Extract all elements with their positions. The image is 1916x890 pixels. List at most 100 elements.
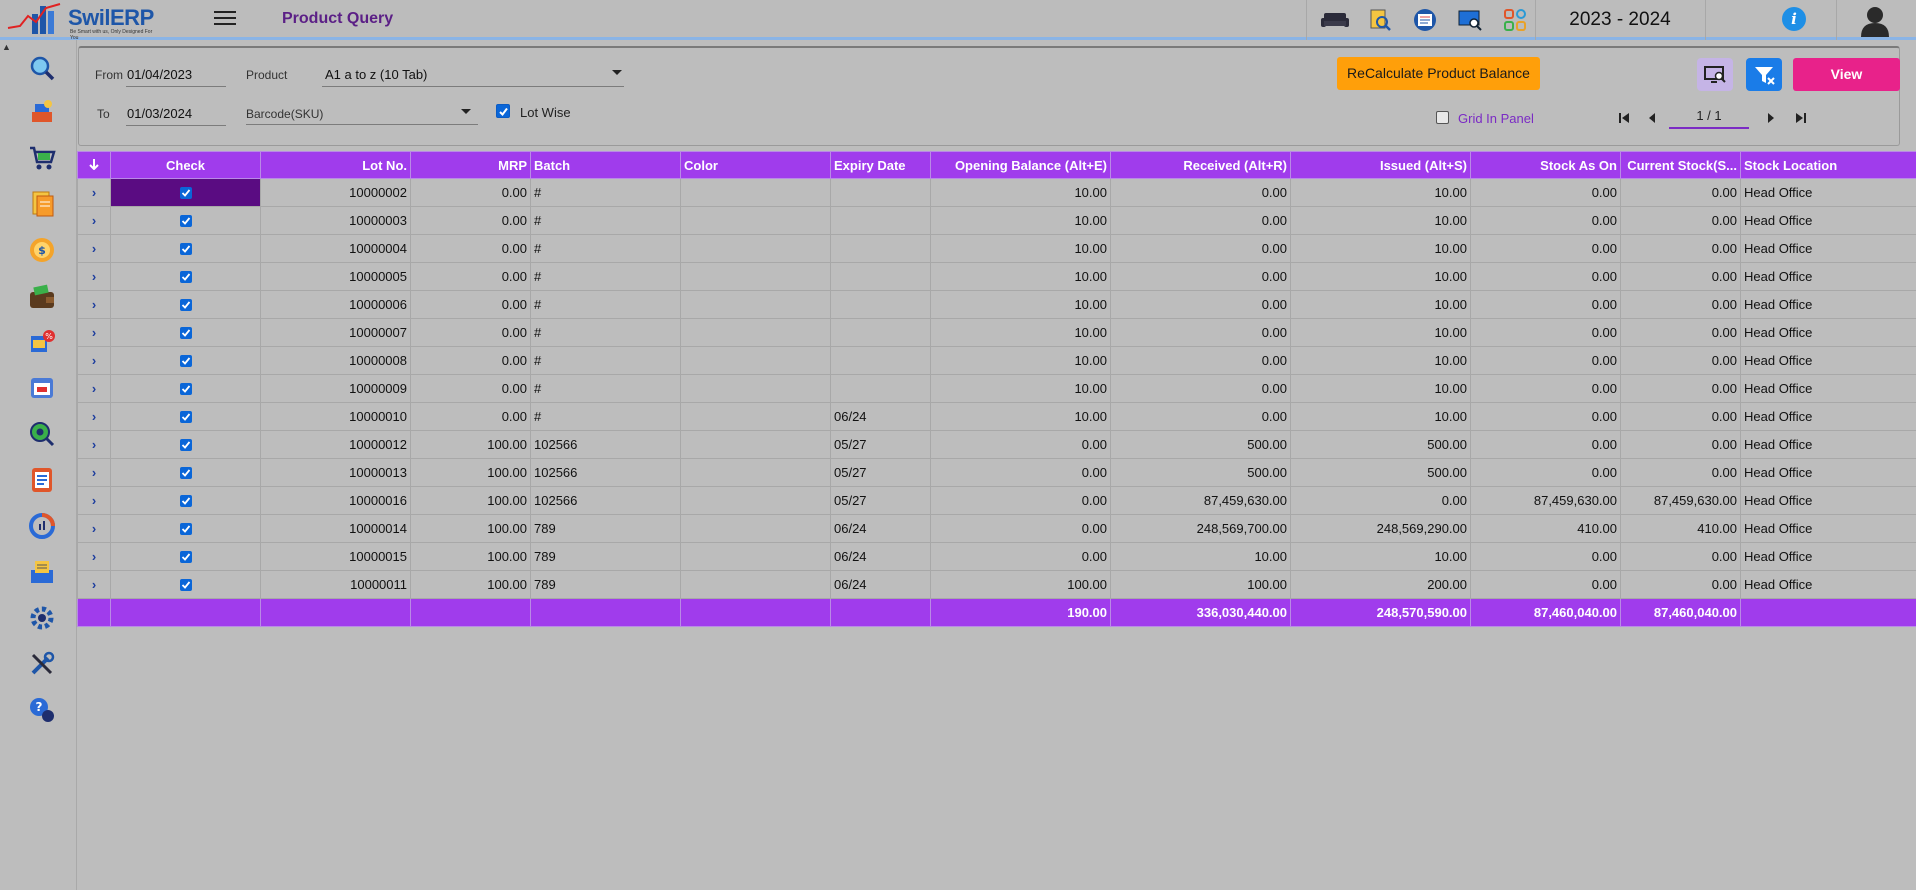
- row-check-cell[interactable]: [110, 346, 261, 375]
- report-icon[interactable]: [1402, 0, 1447, 40]
- sidebar-badge-icon[interactable]: %: [26, 326, 58, 358]
- col-color[interactable]: Color: [680, 151, 831, 179]
- table-row[interactable]: › 10000013 100.00 102566 05/27 0.00 500.00 500.…: [77, 458, 1916, 487]
- sidebar-cart-icon[interactable]: [26, 142, 58, 174]
- col-batch[interactable]: Batch: [530, 151, 681, 179]
- row-checkbox[interactable]: [179, 579, 192, 591]
- expand-row-icon[interactable]: ›: [77, 570, 111, 599]
- table-row[interactable]: › 10000002 0.00 #10.00 0.00 10.00 0.00 0.00 Head…: [77, 178, 1916, 207]
- row-check-cell[interactable]: [110, 514, 261, 543]
- table-row[interactable]: › 10000010 0.00 #06/24 10.00 0.00 10.00 0.00 0.0…: [77, 402, 1916, 431]
- info-icon[interactable]: i: [1782, 7, 1806, 31]
- sidebar-settings-icon[interactable]: [26, 602, 58, 634]
- sidebar-view-icon[interactable]: [26, 418, 58, 450]
- col-check[interactable]: Check: [110, 151, 261, 179]
- prev-page-icon[interactable]: [1643, 109, 1661, 127]
- table-row[interactable]: › 10000003 0.00 #10.00 0.00 10.00 0.00 0.00 Head…: [77, 206, 1916, 235]
- row-check-cell[interactable]: [110, 234, 261, 263]
- col-mrp[interactable]: MRP: [410, 151, 531, 179]
- expand-row-icon[interactable]: ›: [77, 178, 111, 207]
- row-checkbox[interactable]: [179, 439, 192, 451]
- table-row[interactable]: › 10000005 0.00 #10.00 0.00 10.00 0.00 0.00 Head…: [77, 262, 1916, 291]
- row-checkbox[interactable]: [179, 271, 192, 283]
- col-current-stock[interactable]: Current Stock(S...: [1620, 151, 1741, 179]
- expand-row-icon[interactable]: ›: [77, 290, 111, 319]
- table-row[interactable]: › 10000007 0.00 #10.00 0.00 10.00 0.00 0.00 Head…: [77, 318, 1916, 347]
- financial-year[interactable]: 2023 - 2024: [1535, 9, 1705, 31]
- logo[interactable]: SwilERP Be Smart with us, Only Designed …: [6, 2, 156, 41]
- row-check-cell[interactable]: [110, 262, 261, 291]
- barcode-dropdown-icon[interactable]: [461, 109, 471, 114]
- first-page-icon[interactable]: [1615, 109, 1633, 127]
- row-check-cell[interactable]: [110, 486, 261, 515]
- expand-row-icon[interactable]: ›: [77, 542, 111, 571]
- col-issued[interactable]: Issued (Alt+S): [1290, 151, 1471, 179]
- row-checkbox[interactable]: [179, 355, 192, 367]
- row-checkbox[interactable]: [179, 523, 192, 535]
- collapse-caret-icon[interactable]: ▲: [2, 42, 11, 52]
- row-check-cell[interactable]: [110, 402, 261, 431]
- sidebar-chart-icon[interactable]: [26, 510, 58, 542]
- row-checkbox[interactable]: [179, 187, 192, 199]
- expand-row-icon[interactable]: ›: [77, 206, 111, 235]
- expand-row-icon[interactable]: ›: [77, 486, 111, 515]
- row-check-cell[interactable]: [110, 374, 261, 403]
- col-expiry[interactable]: Expiry Date: [830, 151, 931, 179]
- table-row[interactable]: › 10000004 0.00 #10.00 0.00 10.00 0.00 0.00 Head…: [77, 234, 1916, 263]
- sidebar-calendar-icon[interactable]: [26, 372, 58, 404]
- expand-row-icon[interactable]: ›: [77, 346, 111, 375]
- sort-icon[interactable]: [77, 151, 111, 179]
- page-indicator[interactable]: 1 / 1: [1669, 108, 1749, 123]
- apps-grid-icon[interactable]: [1492, 0, 1537, 40]
- row-checkbox[interactable]: [179, 383, 192, 395]
- row-checkbox[interactable]: [179, 299, 192, 311]
- col-opening[interactable]: Opening Balance (Alt+E): [930, 151, 1111, 179]
- table-row[interactable]: › 10000015 100.00 789 06/24 0.00 10.00 10.00 0.0…: [77, 542, 1916, 571]
- row-checkbox[interactable]: [179, 495, 192, 507]
- row-check-cell[interactable]: [110, 458, 261, 487]
- sofa-icon[interactable]: [1312, 0, 1357, 40]
- row-checkbox[interactable]: [179, 215, 192, 227]
- col-stock-as-on[interactable]: Stock As On: [1470, 151, 1621, 179]
- grid-in-panel-checkbox[interactable]: [1436, 111, 1449, 124]
- sidebar-purchase-icon[interactable]: [26, 96, 58, 128]
- row-check-cell[interactable]: [110, 178, 261, 207]
- expand-row-icon[interactable]: ›: [77, 234, 111, 263]
- menu-toggle-icon[interactable]: [214, 11, 236, 27]
- row-check-cell[interactable]: [110, 570, 261, 599]
- expand-row-icon[interactable]: ›: [77, 374, 111, 403]
- sidebar-help-icon[interactable]: ?: [26, 694, 58, 726]
- monitor-search-icon[interactable]: [1447, 0, 1492, 40]
- row-check-cell[interactable]: [110, 290, 261, 319]
- sidebar-payment-icon[interactable]: $: [26, 234, 58, 266]
- table-row[interactable]: › 10000006 0.00 #10.00 0.00 10.00 0.00 0.00 Head…: [77, 290, 1916, 319]
- sidebar-inbox-icon[interactable]: [26, 556, 58, 588]
- row-checkbox[interactable]: [179, 551, 192, 563]
- table-row[interactable]: › 10000014 100.00 789 06/24 0.00 248,569,700.0…: [77, 514, 1916, 543]
- table-row[interactable]: › 10000016 100.00 102566 05/27 0.00 87,459,630…: [77, 486, 1916, 515]
- expand-row-icon[interactable]: ›: [77, 514, 111, 543]
- sidebar-tools-icon[interactable]: [26, 648, 58, 680]
- row-check-cell[interactable]: [110, 206, 261, 235]
- lot-wise-checkbox[interactable]: [496, 104, 510, 118]
- row-checkbox[interactable]: [179, 243, 192, 255]
- sidebar-register-icon[interactable]: [26, 464, 58, 496]
- expand-row-icon[interactable]: ›: [77, 262, 111, 291]
- sidebar-search-icon[interactable]: [26, 52, 58, 84]
- user-avatar-icon[interactable]: [1858, 3, 1892, 37]
- expand-row-icon[interactable]: ›: [77, 402, 111, 431]
- row-check-cell[interactable]: [110, 430, 261, 459]
- col-stock-location[interactable]: Stock Location: [1740, 151, 1916, 179]
- next-page-icon[interactable]: [1762, 109, 1780, 127]
- recalculate-button[interactable]: ReCalculate Product Balance: [1337, 57, 1540, 90]
- row-checkbox[interactable]: [179, 411, 192, 423]
- table-row[interactable]: › 10000012 100.00 102566 05/27 0.00 500.00 500.…: [77, 430, 1916, 459]
- table-row[interactable]: › 10000009 0.00 #10.00 0.00 10.00 0.00 0.00 Head…: [77, 374, 1916, 403]
- expand-row-icon[interactable]: ›: [77, 318, 111, 347]
- expand-row-icon[interactable]: ›: [77, 430, 111, 459]
- last-page-icon[interactable]: [1792, 109, 1810, 127]
- view-button[interactable]: View: [1793, 58, 1900, 91]
- to-date-input[interactable]: 01/03/2024: [127, 106, 192, 121]
- table-row[interactable]: › 10000008 0.00 #10.00 0.00 10.00 0.00 0.00 Head…: [77, 346, 1916, 375]
- col-received[interactable]: Received (Alt+R): [1110, 151, 1291, 179]
